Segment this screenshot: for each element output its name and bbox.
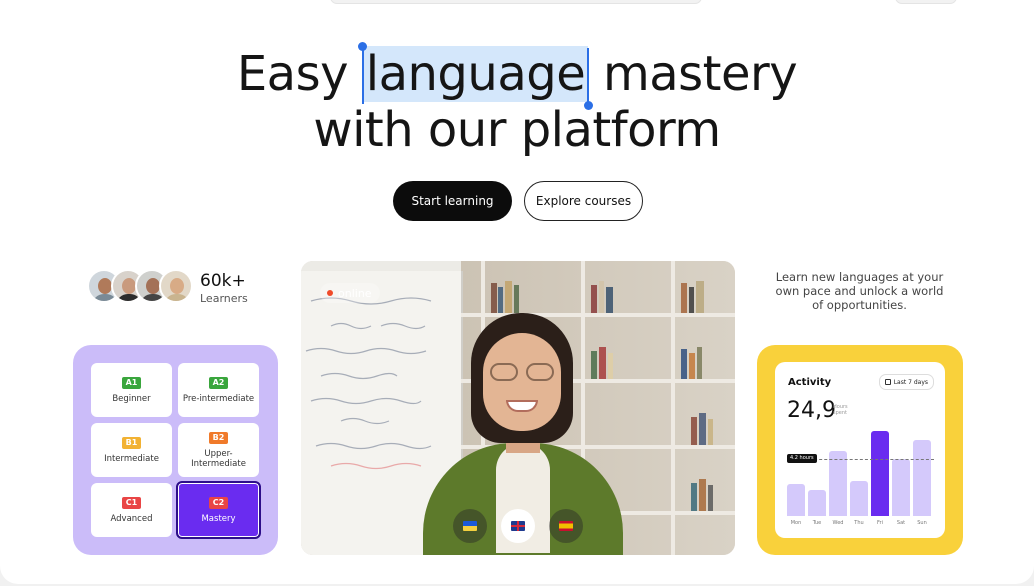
hero-highlight-word: language	[365, 46, 586, 102]
hero-heading-line-1: Easy language mastery	[0, 42, 1034, 110]
spain-flag-icon	[559, 521, 573, 531]
activity-bar-mon[interactable]	[787, 484, 805, 516]
level-badge: A2	[208, 376, 229, 389]
day-label: Fri	[877, 520, 883, 526]
nav-bar	[330, 0, 702, 4]
uk-flag-icon	[511, 521, 525, 531]
level-c2[interactable]: C2 Mastery	[176, 481, 261, 539]
selection-handle-start[interactable]	[358, 42, 368, 104]
level-name: Upper-Intermediate	[191, 448, 246, 469]
level-b1[interactable]: B1 Intermediate	[91, 423, 172, 477]
selected-text-highlight[interactable]: language	[358, 42, 593, 110]
activity-bar-fri[interactable]	[871, 431, 889, 516]
activity-widget: Activity Last 7 days 24,9 Hours spent Mo…	[775, 362, 945, 538]
nav-action[interactable]	[895, 0, 957, 4]
level-badge: B2	[208, 431, 229, 444]
hero-text-after: mastery	[588, 46, 798, 102]
level-badge: C1	[121, 496, 142, 509]
avatar	[159, 269, 193, 303]
activity-bar-sun[interactable]	[913, 440, 931, 516]
activity-bar-sat[interactable]	[892, 459, 910, 516]
activity-bar-thu[interactable]	[850, 481, 868, 516]
uk-flag-button[interactable]	[501, 509, 535, 543]
day-label: Wed	[832, 520, 844, 526]
level-badge: B1	[121, 436, 142, 449]
level-c1[interactable]: C1 Advanced	[91, 483, 172, 537]
hero-heading-line-2: with our platform	[313, 102, 721, 158]
day-label: Thu	[854, 520, 864, 526]
levels-card: A1 Beginner A2 Pre-intermediate B1 Inter…	[73, 345, 278, 555]
reference-label: 4.2 hours	[787, 454, 817, 463]
level-a1[interactable]: A1 Beginner	[91, 363, 172, 417]
spain-flag-button[interactable]	[549, 509, 583, 543]
online-status-text: online	[338, 286, 372, 300]
selection-handle-end[interactable]	[583, 48, 593, 110]
activity-bar-wed[interactable]	[829, 451, 847, 516]
learners-count: 60k+	[200, 271, 246, 291]
level-name: Advanced	[110, 513, 153, 524]
level-badge: A1	[121, 376, 142, 389]
activity-card: Activity Last 7 days 24,9 Hours spent Mo…	[757, 345, 963, 555]
level-name: Beginner	[112, 393, 151, 404]
explore-courses-button[interactable]: Explore courses	[524, 181, 643, 221]
learners-label: Learners	[200, 292, 248, 305]
tutor-video[interactable]: online	[301, 261, 735, 555]
level-b2[interactable]: B2 Upper-Intermediate	[178, 423, 259, 477]
hero-text-before: Easy	[236, 46, 363, 102]
day-label: Tue	[812, 520, 822, 526]
landing-page: Easy language mastery with our platform …	[0, 0, 1034, 584]
day-label: Sat	[896, 520, 906, 526]
reference-line	[809, 459, 934, 460]
level-name: Mastery	[201, 513, 236, 524]
online-status-badge: online	[320, 283, 380, 303]
level-name: Intermediate	[104, 453, 159, 464]
day-label: Mon	[790, 520, 802, 526]
learner-avatars	[87, 269, 197, 305]
activity-bar-tue[interactable]	[808, 490, 826, 516]
day-label: Sun	[917, 520, 927, 526]
start-learning-button[interactable]: Start learning	[393, 181, 512, 221]
level-name: Pre-intermediate	[182, 393, 255, 404]
ukraine-flag-button[interactable]	[453, 509, 487, 543]
level-a2[interactable]: A2 Pre-intermediate	[178, 363, 259, 417]
level-badge: C2	[208, 496, 229, 509]
tagline: Learn new languages at your own pace and…	[775, 270, 944, 312]
activity-bar-chart: Mon Tue Wed Thu Fri Sat Sun 4.2 hours	[775, 362, 945, 538]
ukraine-flag-icon	[463, 521, 477, 531]
live-dot-icon	[327, 290, 333, 296]
